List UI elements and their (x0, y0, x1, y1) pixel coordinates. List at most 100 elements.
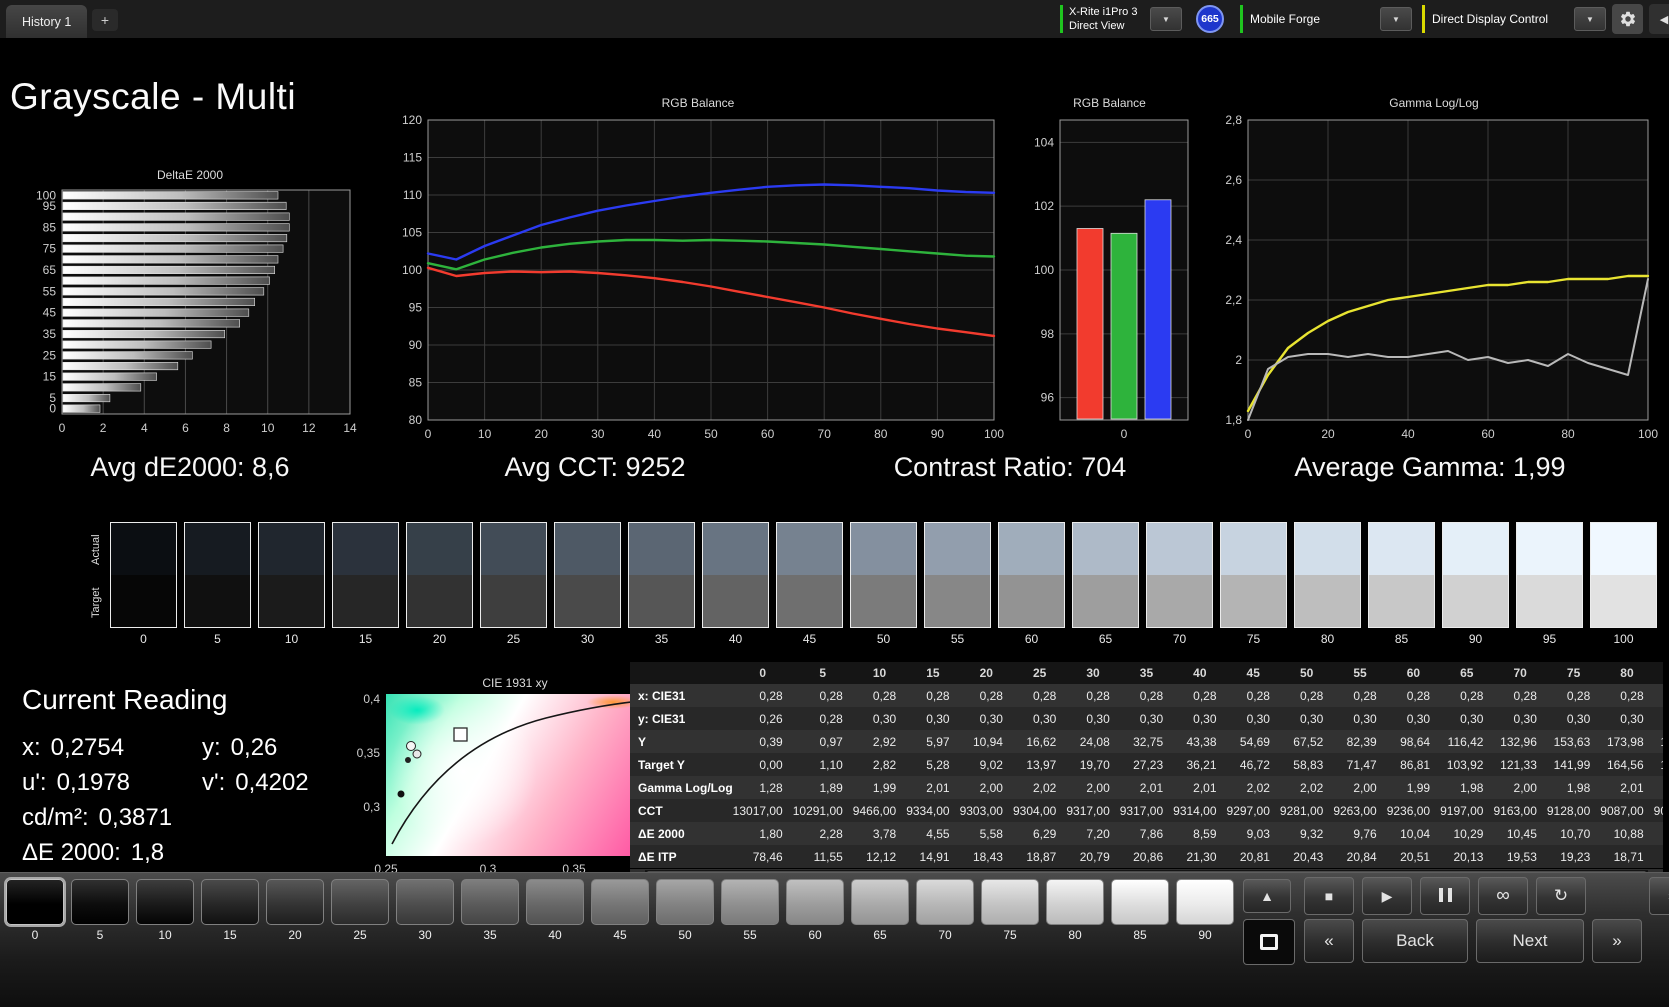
grayscale-step-button-20[interactable]: 20 (266, 879, 324, 942)
swatch-actual-color (1295, 523, 1360, 575)
grayscale-step-button-40[interactable]: 40 (526, 879, 584, 942)
swatch-level-label: 45 (776, 632, 843, 646)
table-cell: 2,00 (1333, 776, 1386, 799)
table-cell: 141,99 (1547, 753, 1600, 776)
swatch-target-color (703, 575, 768, 627)
table-cell: 0,28 (1387, 684, 1440, 707)
table-cell: 0,28 (1600, 684, 1653, 707)
table-cell: 2,00 (1066, 776, 1119, 799)
table-column-header: 70 (1493, 662, 1546, 684)
grayscale-step-button-25[interactable]: 25 (331, 879, 389, 942)
grayscale-step-button-5[interactable]: 5 (71, 879, 129, 942)
table-cell: 9,32 (1280, 822, 1333, 845)
grayscale-swatch-85: 85 (1368, 522, 1435, 646)
swatch-actual-color (407, 523, 472, 575)
deltae-bar (63, 245, 283, 253)
swatch-target-color (1073, 575, 1138, 627)
deltae-bar (63, 213, 289, 221)
last-step-button[interactable]: » (1592, 919, 1642, 963)
grayscale-step-button-45[interactable]: 45 (591, 879, 649, 942)
table-row-label: Gamma Log/Log (630, 776, 733, 799)
table-cell: 18,71 (1600, 845, 1653, 868)
table-cell: 10,94 (960, 730, 1013, 753)
top-bar: History 1 + X-Rite i1Pro 3 Direct View ▼… (0, 0, 1669, 38)
grayscale-step-button-10[interactable]: 10 (136, 879, 194, 942)
step-button-swatch (916, 879, 974, 925)
expand-up-button[interactable]: ▲ (1243, 879, 1291, 913)
deltae-bar (63, 320, 240, 328)
deltae-chart-panel: DeltaE 2000 0246810121410095857565554535… (22, 168, 358, 440)
grayscale-step-button-70[interactable]: 70 (916, 879, 974, 942)
pattern-window-button[interactable] (1243, 919, 1295, 965)
swatch-actual-color (777, 523, 842, 575)
table-cell: 1,98 (1547, 776, 1600, 799)
swatch-level-label: 100 (1590, 632, 1657, 646)
table-cell: 153,63 (1547, 730, 1600, 753)
display-control-accent-bar (1422, 5, 1425, 33)
grayscale-step-button-15[interactable]: 15 (201, 879, 259, 942)
step-button-label: 50 (656, 928, 714, 942)
refresh-button[interactable]: ↻ (1536, 877, 1586, 915)
table-column-header: 20 (960, 662, 1013, 684)
history-tab[interactable]: History 1 (6, 5, 87, 38)
table-row-label: ΔE ITP (630, 845, 733, 868)
table-cell: 9,03 (1227, 822, 1280, 845)
grayscale-step-button-55[interactable]: 55 (721, 879, 779, 942)
source-selector[interactable]: Mobile Forge (1250, 12, 1320, 26)
grayscale-swatch-55: 55 (924, 522, 991, 646)
display-control-selector[interactable]: Direct Display Control (1432, 12, 1548, 26)
pause-button[interactable] (1420, 877, 1470, 915)
grayscale-step-button-85[interactable]: 85 (1111, 879, 1169, 942)
stop-button[interactable]: ■ (1304, 877, 1354, 915)
grayscale-step-button-60[interactable]: 60 (786, 879, 844, 942)
grayscale-step-button-75[interactable]: 75 (981, 879, 1039, 942)
svg-text:80: 80 (1561, 427, 1575, 441)
grayscale-step-button-90[interactable]: 90 (1176, 879, 1234, 942)
meter-dropdown-button[interactable]: ▼ (1150, 7, 1182, 31)
meter-selector[interactable]: X-Rite i1Pro 3 Direct View (1069, 5, 1137, 33)
grayscale-swatch-95: 95 (1516, 522, 1583, 646)
back-button[interactable]: Back (1362, 919, 1468, 963)
grayscale-step-button-30[interactable]: 30 (396, 879, 454, 942)
settings-button[interactable] (1612, 4, 1643, 34)
extra-tool-button[interactable]: ⇄ (1649, 877, 1669, 915)
table-cell: 2,00 (960, 776, 1013, 799)
collapse-panel-button[interactable]: ◀ (1649, 4, 1669, 34)
step-button-swatch (656, 879, 714, 925)
table-row: Gamma Log/Log1,281,891,992,012,002,022,0… (630, 776, 1663, 799)
table-cell: 1,97 (1654, 776, 1663, 799)
grayscale-swatch-20: 20 (406, 522, 473, 646)
svg-text:14: 14 (343, 421, 357, 435)
grayscale-step-button-65[interactable]: 65 (851, 879, 909, 942)
add-tab-button[interactable]: + (92, 9, 118, 31)
display-control-dropdown-button[interactable]: ▼ (1574, 7, 1606, 31)
table-column-header: 85 (1654, 662, 1663, 684)
table-cell: 9236,00 (1387, 799, 1440, 822)
svg-text:1,8: 1,8 (1225, 413, 1242, 427)
grayscale-step-button-50[interactable]: 50 (656, 879, 714, 942)
grayscale-step-button-35[interactable]: 35 (461, 879, 519, 942)
grayscale-step-button-80[interactable]: 80 (1046, 879, 1104, 942)
swatch-color-box (184, 522, 251, 628)
svg-text:80: 80 (874, 427, 888, 441)
continuous-read-button[interactable]: ∞ (1478, 877, 1528, 915)
source-dropdown-button[interactable]: ▼ (1380, 7, 1412, 31)
svg-text:2,2: 2,2 (1225, 293, 1242, 307)
grayscale-swatch-75: 75 (1220, 522, 1287, 646)
svg-text:65: 65 (43, 263, 57, 277)
swatch-target-color (333, 575, 398, 627)
svg-text:95: 95 (43, 199, 57, 213)
grayscale-step-button-0[interactable]: 0 (6, 879, 64, 942)
swatch-level-label: 30 (554, 632, 621, 646)
first-step-button[interactable]: « (1304, 919, 1354, 963)
play-button[interactable]: ▶ (1362, 877, 1412, 915)
swatch-level-label: 35 (628, 632, 695, 646)
table-cell: 1,80 (733, 822, 793, 845)
table-cell: 21,30 (1173, 845, 1226, 868)
table-cell: 103,92 (1440, 753, 1493, 776)
chevron-down-icon: ▼ (1162, 15, 1170, 24)
next-button[interactable]: Next (1476, 919, 1584, 963)
swatch-level-label: 75 (1220, 632, 1287, 646)
svg-text:95: 95 (409, 301, 423, 315)
rgb-balance-line-panel: RGB Balance 1201151101051009590858001020… (392, 96, 1004, 464)
